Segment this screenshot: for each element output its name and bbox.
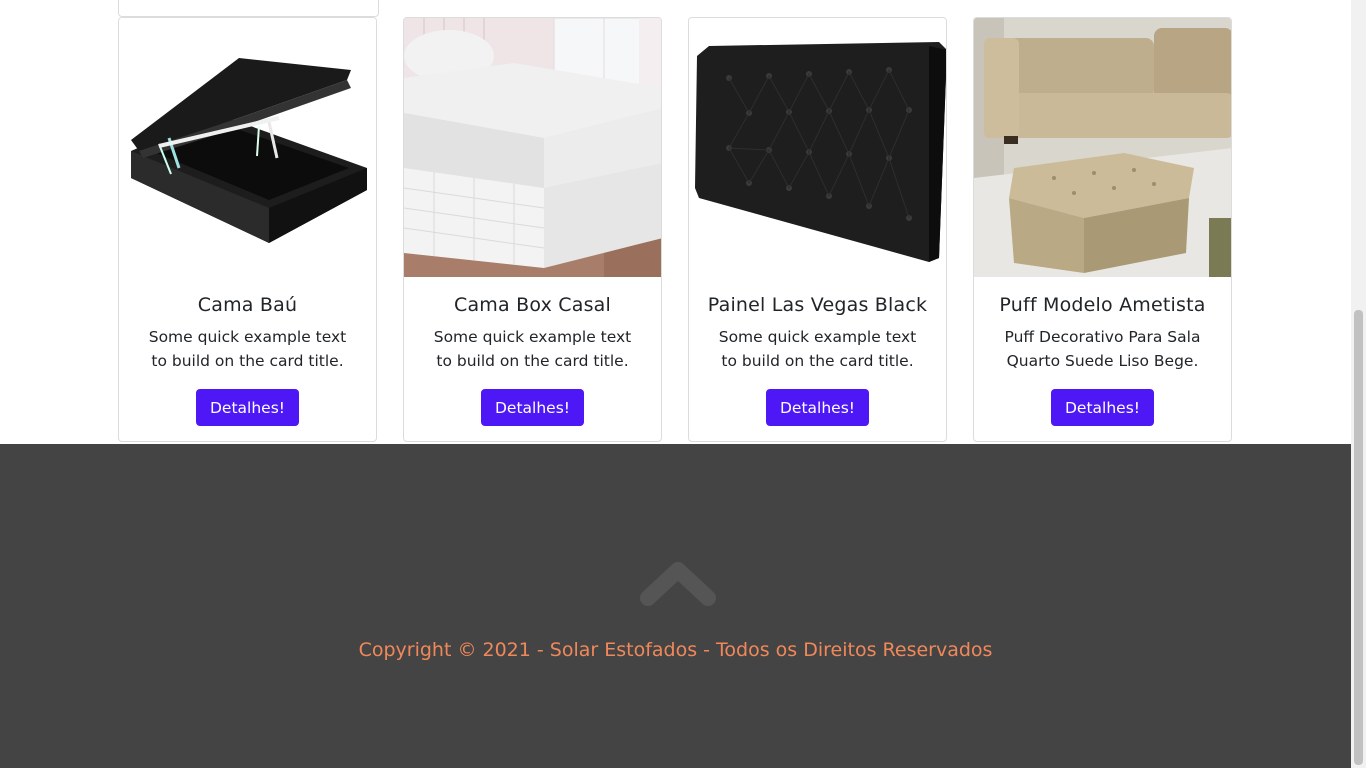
card-title: Puff Modelo Ametista: [999, 294, 1206, 316]
page: Cama Baú Some quick example text to buil…: [0, 0, 1351, 768]
page-scrollbar[interactable]: [1351, 0, 1366, 768]
previous-card: [118, 0, 379, 17]
product-image-puff[interactable]: [974, 18, 1232, 277]
card-title: Cama Box Casal: [454, 294, 611, 316]
details-button[interactable]: Detalhes!: [480, 389, 584, 426]
product-card: Puff Modelo Ametista Puff Decorativo Par…: [973, 17, 1232, 442]
details-button[interactable]: Detalhes!: [765, 389, 869, 426]
details-button[interactable]: Detalhes!: [1050, 389, 1154, 426]
product-card: Cama Box Casal Some quick example text t…: [403, 17, 662, 442]
product-image-box-bed[interactable]: [404, 18, 662, 277]
copyright-text: Copyright © 2021 - Solar Estofados - Tod…: [358, 639, 993, 661]
details-button[interactable]: Detalhes!: [195, 389, 299, 426]
scrollbar-thumb[interactable]: [1354, 310, 1363, 765]
chevron-up-icon[interactable]: [640, 560, 716, 608]
card-text: Some quick example text to build on the …: [433, 328, 632, 370]
card-title: Cama Baú: [197, 294, 298, 316]
card-text: Some quick example text to build on the …: [718, 328, 917, 370]
card-title: Painel Las Vegas Black: [707, 294, 928, 316]
product-card: Cama Baú Some quick example text to buil…: [118, 17, 377, 442]
product-card: Painel Las Vegas Black Some quick exampl…: [688, 17, 947, 442]
card-text: Puff Decorativo Para Sala Quarto Suede L…: [1004, 328, 1201, 370]
card-text: Some quick example text to build on the …: [148, 328, 347, 370]
product-image-headboard[interactable]: [689, 18, 947, 277]
product-image-storage-bed[interactable]: [119, 18, 377, 277]
